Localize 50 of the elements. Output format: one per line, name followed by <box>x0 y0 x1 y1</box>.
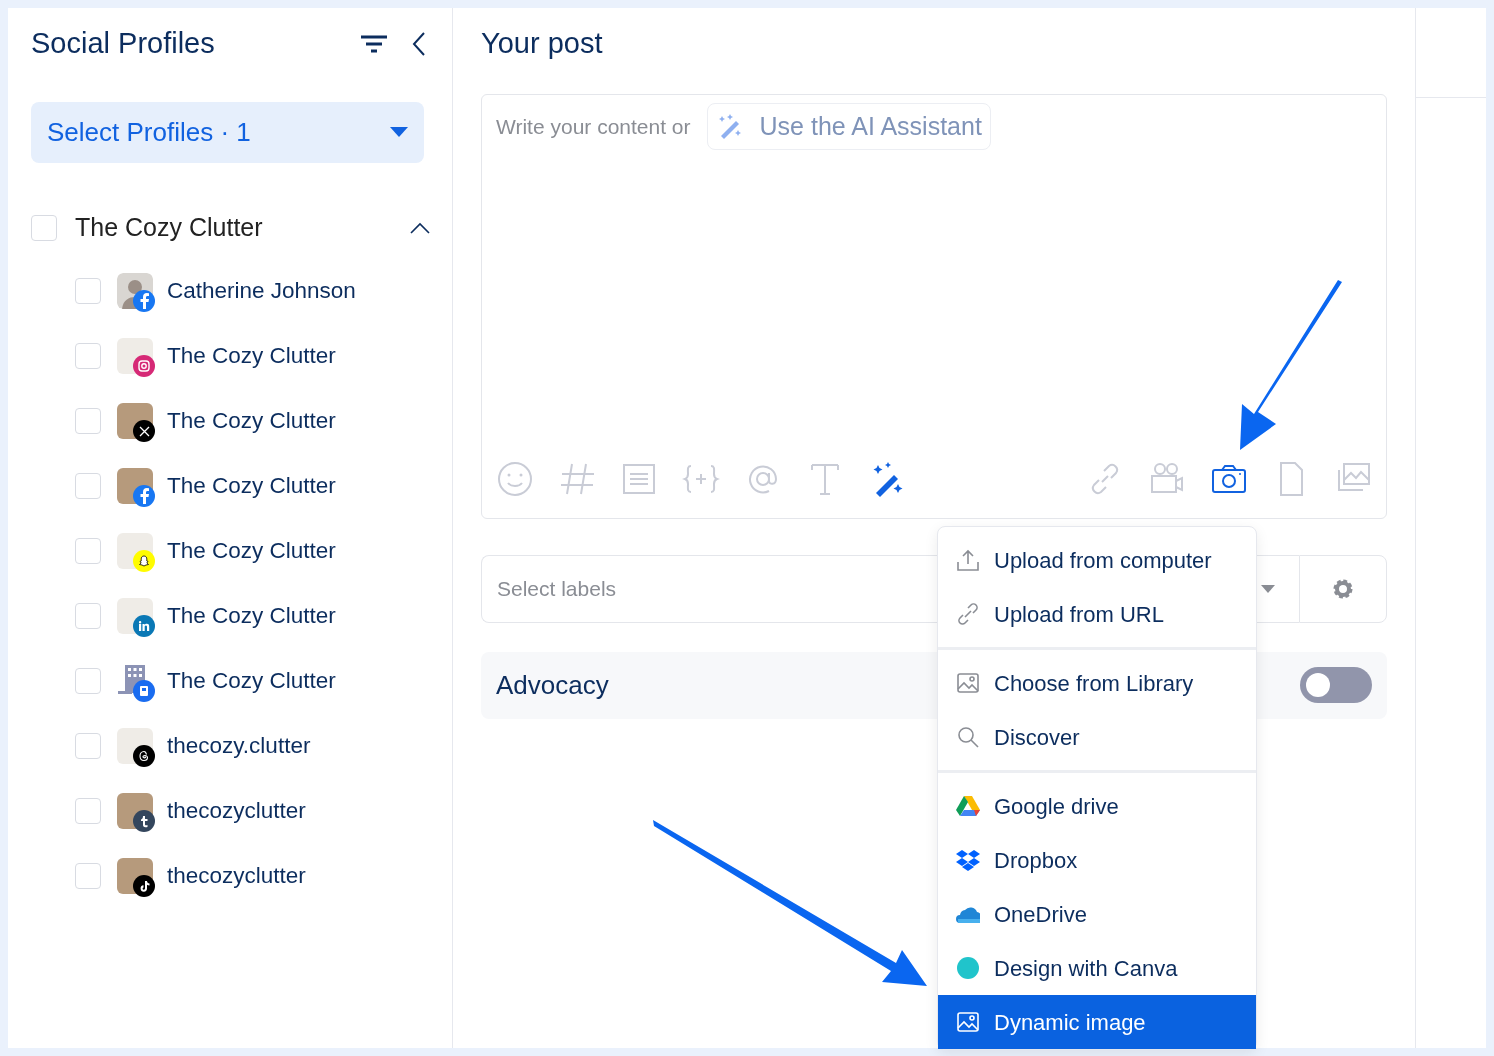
profile-select-dropdown[interactable]: Select Profiles · 1 <box>31 101 424 163</box>
menu-item[interactable]: Discover <box>938 710 1256 764</box>
profile-name: The Cozy Clutter <box>167 667 336 696</box>
group-checkbox[interactable] <box>31 214 57 241</box>
profile-checkbox[interactable] <box>75 408 101 434</box>
settings-icon[interactable] <box>1332 577 1354 600</box>
profile-name: The Cozy Clutter <box>167 342 336 371</box>
menu-item[interactable]: Dropbox <box>938 833 1256 887</box>
chevron-left-icon[interactable] <box>412 30 426 57</box>
post-title: Your post <box>481 26 604 61</box>
image-icon <box>956 1010 980 1034</box>
profile-name: thecozyclutter <box>167 862 306 891</box>
profile-checkbox[interactable] <box>75 603 101 629</box>
link-icon <box>956 602 980 626</box>
menu-item[interactable]: Dynamic image <box>938 995 1256 1049</box>
caret-icon[interactable] <box>1261 584 1275 593</box>
profile-checkbox[interactable] <box>75 863 101 889</box>
smiley-icon[interactable] <box>496 459 534 498</box>
profile-name: The Cozy Clutter <box>167 602 336 631</box>
upload-icon <box>956 548 980 572</box>
profile-checkbox[interactable] <box>75 798 101 824</box>
profile-checkbox[interactable] <box>75 733 101 759</box>
profile-name: thecozy.clutter <box>167 732 311 761</box>
chevron-up-icon[interactable] <box>410 221 430 234</box>
profile-checkbox[interactable] <box>75 473 101 499</box>
caret-icon <box>390 127 408 137</box>
sidebar-title: Social Profiles <box>31 26 215 61</box>
filter-icon[interactable] <box>360 33 388 54</box>
group-name: The Cozy Clutter <box>75 211 264 243</box>
advocacy-toggle[interactable] <box>1300 667 1372 703</box>
profile-name: The Cozy Clutter <box>167 472 336 501</box>
drive-logo-icon <box>956 794 980 818</box>
search-icon <box>956 725 980 749</box>
menu-item[interactable]: Choose from Library <box>938 656 1256 710</box>
editor-placeholder: Write your content or <box>496 113 691 140</box>
profile-name: Catherine Johnson <box>167 277 356 306</box>
dropbox-logo-icon <box>956 848 980 872</box>
profile-name: The Cozy Clutter <box>167 537 336 566</box>
profile-checkbox[interactable] <box>75 538 101 564</box>
profile-checkbox[interactable] <box>75 668 101 694</box>
profile-checkbox[interactable] <box>75 278 101 304</box>
canva-logo-icon <box>956 956 980 980</box>
menu-item[interactable]: Google drive <box>938 779 1256 833</box>
menu-item[interactable]: Design with Canva <box>938 941 1256 995</box>
profile-name: The Cozy Clutter <box>167 407 336 436</box>
profile-name: thecozyclutter <box>167 797 306 826</box>
image-icon <box>956 671 980 695</box>
menu-item[interactable]: OneDrive <box>938 887 1256 941</box>
advocacy-label: Advocacy <box>496 668 609 702</box>
profile-checkbox[interactable] <box>75 343 101 369</box>
